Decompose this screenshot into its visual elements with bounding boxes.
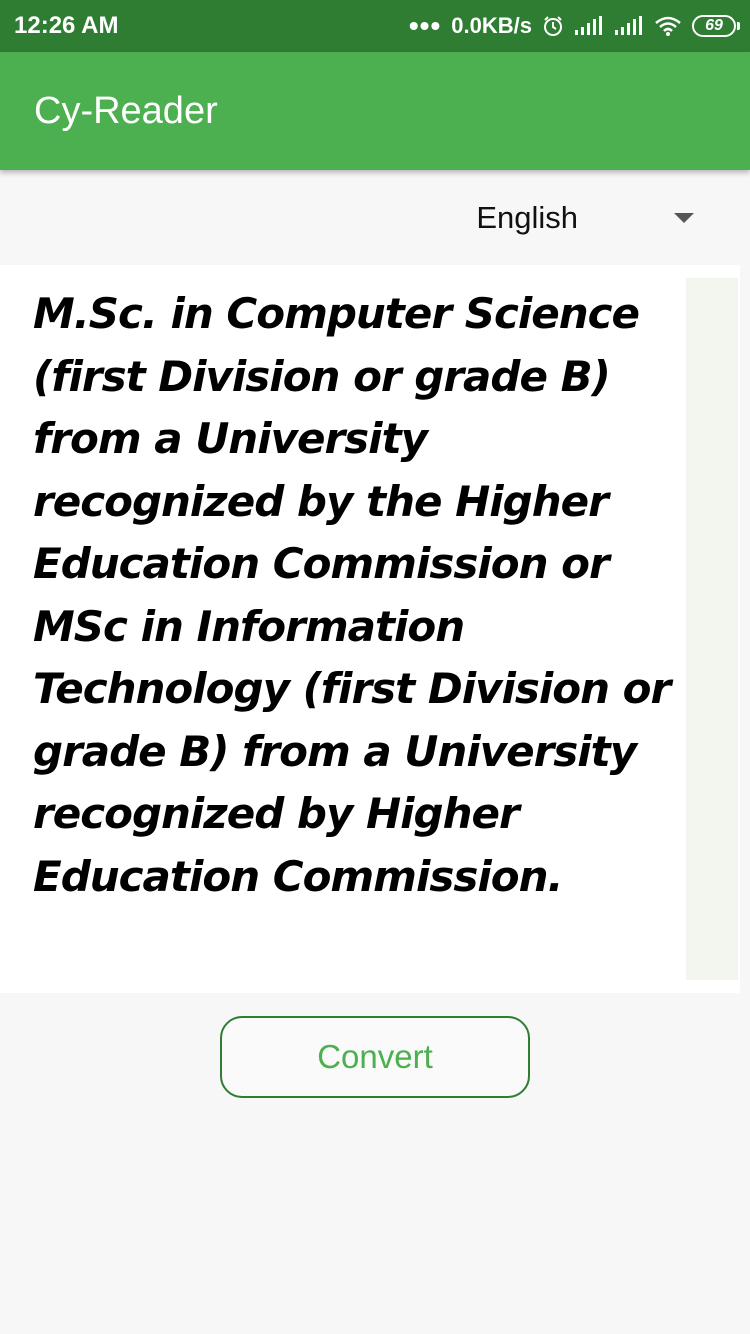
status-time: 12:26 AM	[14, 12, 119, 39]
convert-button[interactable]: Convert	[220, 1016, 530, 1098]
more-dots: •••	[408, 10, 442, 41]
document-text: M.Sc. in Computer Science (first Divisio…	[33, 289, 671, 901]
signal-icon	[574, 16, 604, 36]
network-speed: 0.0KB/s	[451, 13, 532, 38]
alarm-icon	[542, 15, 564, 37]
language-dropdown[interactable]: English	[476, 190, 694, 246]
app-title: Cy-Reader	[34, 89, 218, 132]
language-selected: English	[476, 200, 578, 235]
status-bar: 12:26 AM ••• 0.0KB/s 69	[0, 0, 750, 52]
signal-icon	[614, 16, 644, 36]
battery-icon: 69	[692, 15, 740, 37]
dropdown-arrow-icon	[674, 213, 694, 223]
scrollbar-track[interactable]	[686, 278, 738, 980]
wifi-icon	[654, 15, 682, 37]
app-bar: Cy-Reader	[0, 52, 750, 170]
status-icons: ••• 0.0KB/s 69	[408, 10, 740, 41]
